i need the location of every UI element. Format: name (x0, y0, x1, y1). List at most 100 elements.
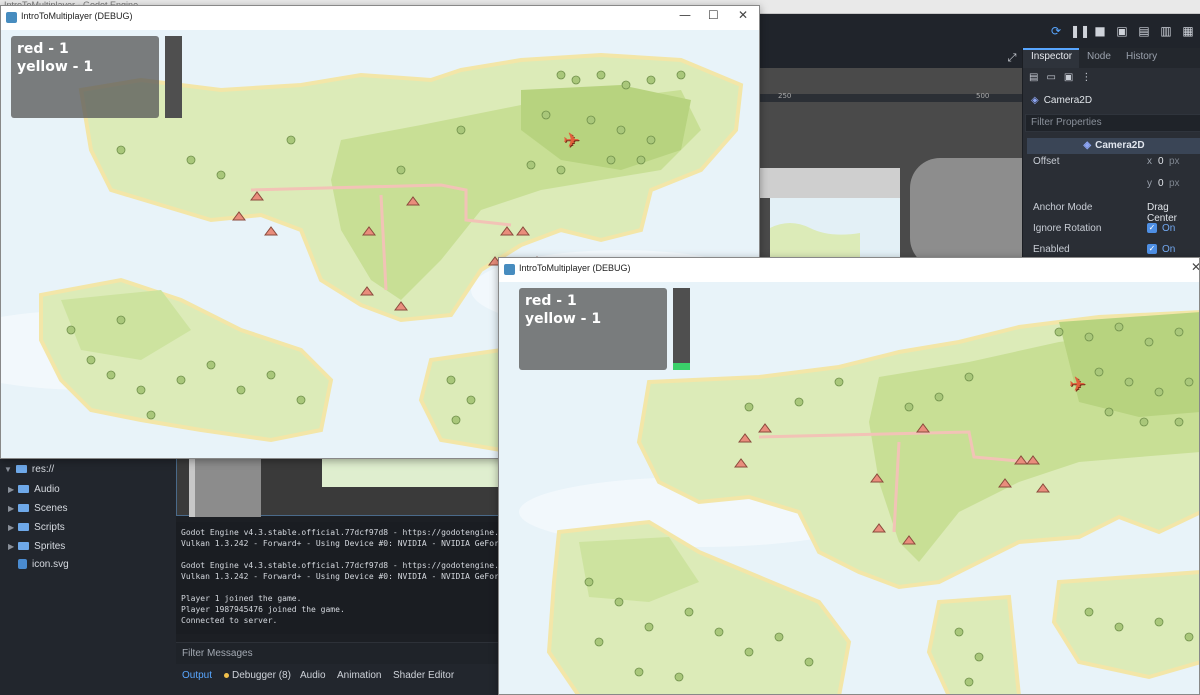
anchor-mode-dropdown[interactable]: Drag Center (1147, 202, 1200, 224)
remote-debug-icon[interactable]: ▣ (1114, 23, 1130, 39)
offset-y-unit: px (1169, 178, 1180, 189)
viewport-cloud-shape (910, 158, 1022, 258)
inspector-tabs: Inspector Node History (1023, 48, 1200, 68)
checkmark-icon: ✓ (1147, 223, 1157, 234)
output-line: Player 1 joined the game. (181, 594, 302, 603)
enabled-label: Enabled (1033, 244, 1070, 255)
viewport-rect (760, 168, 900, 198)
inspected-node-name: Camera2D (1043, 95, 1093, 106)
game-window-2[interactable]: IntroToMultiplayer (DEBUG) ✕ (498, 257, 1200, 695)
close-icon[interactable]: ✕ (1191, 260, 1199, 274)
folder-icon (18, 542, 30, 551)
maximize-icon[interactable]: ☐ (708, 8, 719, 22)
pause-icon[interactable]: ❚❚ (1070, 23, 1090, 39)
score-yellow: yellow - 1 (525, 311, 602, 327)
tab-debugger[interactable]: Debugger (8) (224, 670, 291, 681)
section-title: Camera2D (1095, 140, 1145, 151)
tab-audio[interactable]: Audio (300, 670, 326, 681)
tab-node[interactable]: Node (1087, 51, 1111, 62)
health-bar-fill (673, 363, 690, 370)
output-line: Vulkan 1.3.242 - Forward+ - Using Device… (181, 572, 509, 581)
camera-icon: ◈ (1083, 140, 1092, 151)
chevron-right-icon: ▶ (8, 542, 15, 551)
tab-history[interactable]: History (1126, 51, 1157, 62)
output-line: Connected to server. (181, 616, 278, 625)
bottom-panel-tabs: Output Debugger (8) Audio Animation Shad… (176, 664, 500, 695)
folder-icon (18, 523, 30, 532)
filter-messages-placeholder: Filter Messages (182, 648, 253, 659)
player-plane-icon: ✈ (563, 128, 580, 152)
folder-icon (15, 465, 27, 474)
score-yellow: yellow - 1 (17, 59, 94, 75)
open-folder-icon[interactable]: ▭ (1046, 72, 1063, 83)
filter-messages-input[interactable]: Filter Messages (176, 642, 500, 664)
score-red: red - 1 (17, 41, 69, 57)
checkmark-icon: ✓ (1147, 244, 1157, 255)
bottom-panel: Godot Engine v4.3.stable.official.77dcf9… (176, 458, 513, 695)
stop-icon[interactable]: ■ (1092, 23, 1108, 39)
svg-file-icon (18, 559, 27, 570)
inspector-panel: Inspector Node History ▤▭▣⋮ ◈ Camera2D Fi… (1022, 48, 1200, 258)
filesystem-panel: ▼ res:// ▶ Audio ▶ Scenes ▶ Scripts ▶ Sprites… (0, 458, 176, 695)
save-icon[interactable]: ▣ (1064, 72, 1081, 83)
inspector-actions: ▤▭▣⋮ (1029, 72, 1099, 83)
tab-shader-editor[interactable]: Shader Editor (393, 670, 454, 681)
filesystem-item-sprites[interactable]: ▶ Sprites (8, 541, 65, 552)
game-window-titlebar[interactable]: IntroToMultiplayer (DEBUG) — ☐ ✕ (1, 6, 759, 30)
offset-x-unit: px (1169, 156, 1180, 167)
run-scene-icon[interactable]: ▥ (1158, 23, 1174, 39)
warning-dot-icon (224, 672, 229, 678)
editor-run-toolbar: ⟳ ❚❚ ■ ▣ ▤ ▥ ▦ (760, 14, 1200, 48)
fullscreen-icon[interactable]: ⤢ (1004, 50, 1020, 66)
offset-x-field[interactable]: 0 (1158, 156, 1164, 167)
player-plane-icon: ✈ (1069, 372, 1086, 396)
offset-label: Offset (1033, 156, 1060, 167)
godot-app-icon (6, 12, 17, 23)
folder-icon (18, 504, 30, 513)
more-options-icon[interactable]: ⋮ (1081, 72, 1099, 83)
new-resource-icon[interactable]: ▤ (1029, 72, 1046, 83)
2d-viewport[interactable]: 250 500 (760, 68, 1022, 258)
tab-animation[interactable]: Animation (337, 670, 381, 681)
close-icon[interactable]: ✕ (738, 8, 748, 22)
filter-properties-placeholder: Filter Properties (1031, 117, 1102, 128)
run-custom-icon[interactable]: ▦ (1180, 23, 1196, 39)
folder-icon (18, 485, 30, 494)
ignore-rotation-checkbox[interactable]: ✓ On (1147, 223, 1175, 234)
chevron-right-icon: ▶ (8, 504, 15, 513)
ignore-rotation-label: Ignore Rotation (1033, 223, 1102, 234)
filesystem-root[interactable]: ▼ res:// (4, 464, 54, 475)
filesystem-item-icon-svg[interactable]: icon.svg (18, 559, 69, 570)
filter-properties-input[interactable]: Filter Properties (1025, 114, 1200, 132)
movie-icon[interactable]: ▤ (1136, 23, 1152, 39)
offset-y-field[interactable]: 0 (1158, 178, 1164, 189)
godot-app-icon (504, 264, 515, 275)
minimize-icon[interactable]: — (679, 8, 691, 22)
health-bar (673, 288, 690, 370)
tab-inspector[interactable]: Inspector (1031, 51, 1072, 62)
filesystem-item-scenes[interactable]: ▶ Scenes (8, 503, 68, 514)
game-window-titlebar[interactable]: IntroToMultiplayer (DEBUG) ✕ (499, 258, 1199, 282)
scoreboard-panel: red - 1 yellow - 1 (519, 288, 667, 370)
filesystem-item-scripts[interactable]: ▶ Scripts (8, 522, 65, 533)
output-line: Godot Engine v4.3.stable.official.77dcf9… (181, 561, 514, 570)
filesystem-item-audio[interactable]: ▶ Audio (8, 484, 60, 495)
ruler-tick: 500 (976, 92, 990, 100)
scene-gray-block (189, 459, 261, 517)
output-line: Vulkan 1.3.242 - Forward+ - Using Device… (181, 539, 509, 548)
enabled-checkbox[interactable]: ✓ On (1147, 244, 1175, 255)
score-red: red - 1 (525, 293, 577, 309)
game-world-view[interactable]: ✈ red - 1 yellow - 1 (499, 282, 1199, 694)
scene-viewport-strip (176, 458, 502, 517)
output-log: Godot Engine v4.3.stable.official.77dcf9… (176, 522, 513, 634)
chevron-down-icon: ▼ (4, 465, 12, 474)
camera2d-section-header[interactable]: ◈ Camera2D (1027, 138, 1200, 154)
inspected-node: ◈ Camera2D (1031, 95, 1092, 106)
viewport-toolbar: ⤢ (760, 48, 1022, 68)
output-line: Godot Engine v4.3.stable.official.77dcf9… (181, 528, 514, 537)
camera-icon: ◈ (1031, 95, 1039, 106)
anchor-mode-label: Anchor Mode (1033, 202, 1093, 213)
tab-output[interactable]: Output (182, 670, 212, 681)
game-window-title: IntroToMultiplayer (DEBUG) (21, 11, 133, 21)
refresh-icon[interactable]: ⟳ (1048, 23, 1064, 39)
